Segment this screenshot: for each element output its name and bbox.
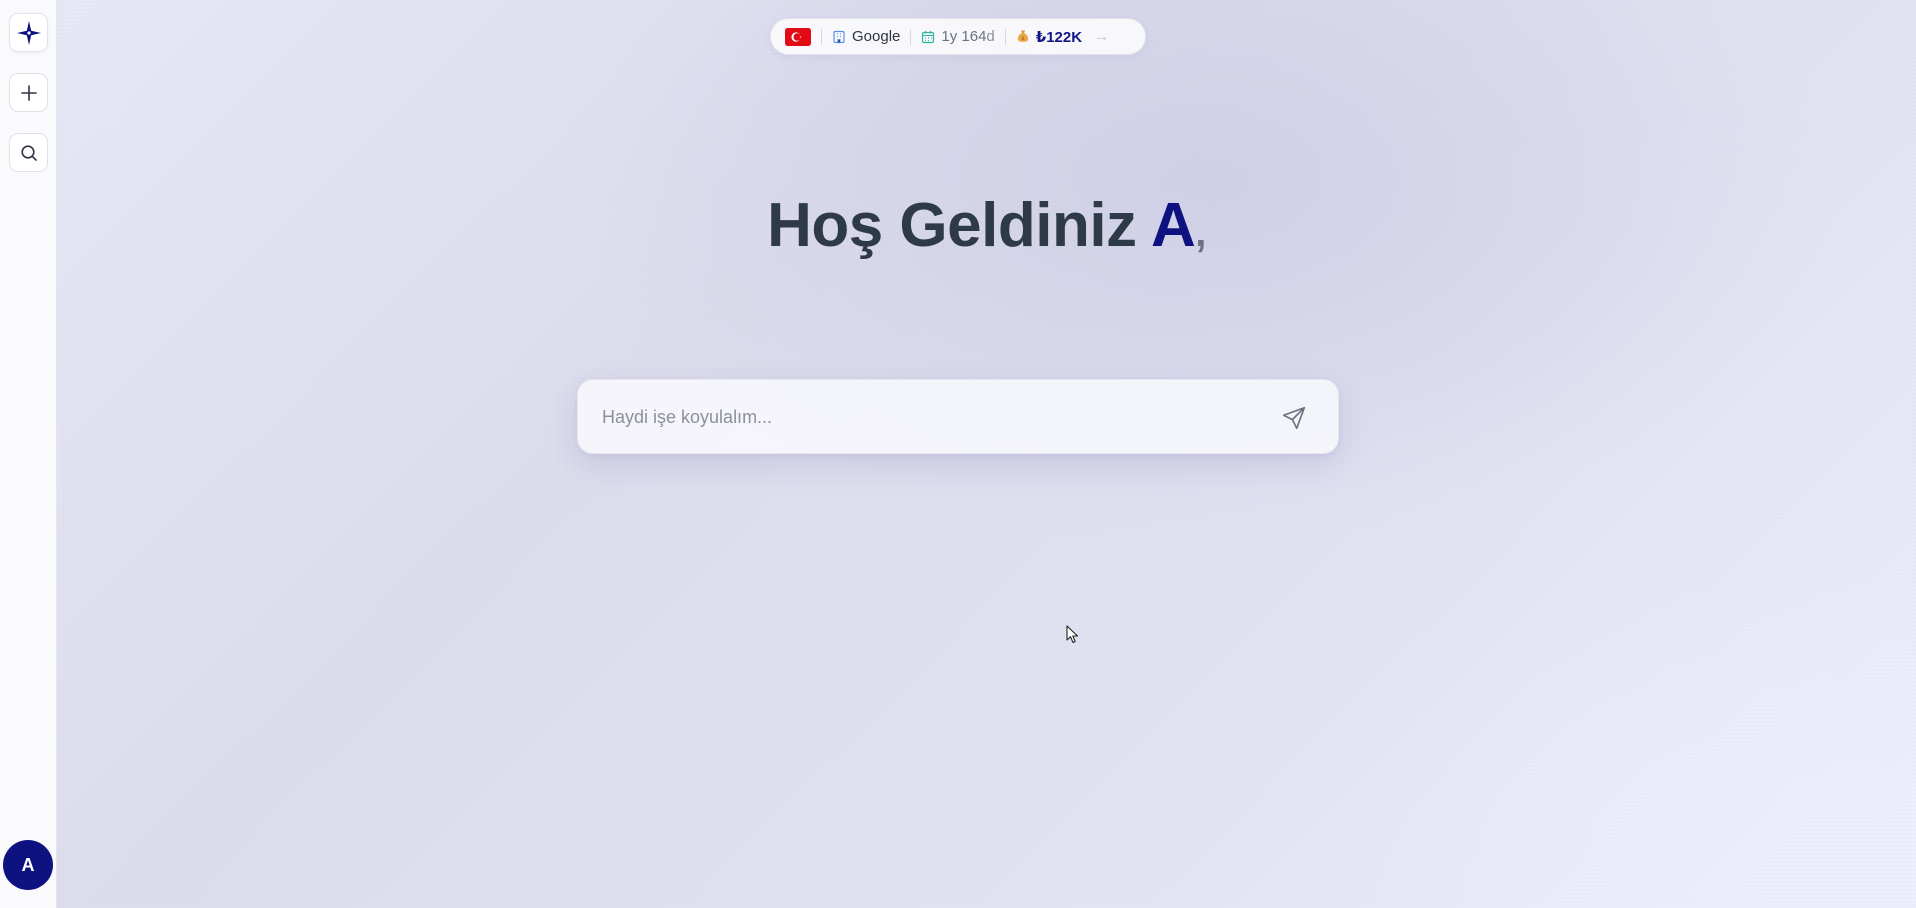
mouse-pointer-icon bbox=[1066, 625, 1079, 644]
tenure-value: 1y 164d bbox=[941, 28, 994, 45]
tenure-number: 1y 164 bbox=[941, 28, 987, 45]
tenure-suffix: d bbox=[986, 28, 995, 45]
welcome-heading: Hoş Geldiniz A, bbox=[57, 190, 1916, 261]
profile-summary-pill[interactable]: Google 1y 164d $ ₺122K → bbox=[770, 18, 1146, 55]
calendar-icon bbox=[922, 30, 935, 43]
pill-divider bbox=[1004, 28, 1006, 45]
send-button[interactable] bbox=[1280, 404, 1308, 432]
salary-value: ₺122K bbox=[1035, 28, 1083, 46]
turkey-flag-icon bbox=[785, 27, 811, 46]
user-avatar[interactable]: A bbox=[3, 840, 53, 890]
welcome-text: Hoş Geldiniz bbox=[767, 191, 1137, 260]
main-area: Google 1y 164d $ ₺122K → Hoş Geldiniz A,… bbox=[57, 0, 1916, 908]
prompt-box bbox=[577, 379, 1339, 455]
app-root: A Google 1y 164d $ ₺122K → Hoş Geldiniz … bbox=[0, 0, 1916, 908]
user-name: A bbox=[1151, 191, 1196, 260]
company-name: Google bbox=[852, 28, 901, 45]
building-icon bbox=[833, 30, 845, 43]
new-chat-button[interactable] bbox=[9, 73, 48, 112]
svg-text:$: $ bbox=[1021, 36, 1025, 42]
plus-icon bbox=[20, 84, 37, 101]
arrow-right-icon[interactable]: → bbox=[1094, 28, 1109, 45]
sidebar: A bbox=[0, 0, 57, 908]
sparkle-star-logo-icon bbox=[16, 20, 41, 45]
company-item: Google bbox=[832, 28, 900, 45]
pill-divider bbox=[821, 28, 822, 45]
money-bag-icon: $ bbox=[1017, 30, 1028, 42]
search-icon bbox=[20, 144, 37, 161]
heading-comma: , bbox=[1195, 211, 1206, 255]
tenure-item: 1y 164d bbox=[921, 28, 995, 45]
salary-item: $ ₺122K bbox=[1016, 28, 1082, 46]
send-icon bbox=[1282, 406, 1306, 430]
search-button[interactable] bbox=[9, 133, 48, 172]
logo-button[interactable] bbox=[9, 13, 48, 52]
prompt-input[interactable] bbox=[602, 380, 1242, 455]
pill-divider bbox=[910, 28, 912, 45]
